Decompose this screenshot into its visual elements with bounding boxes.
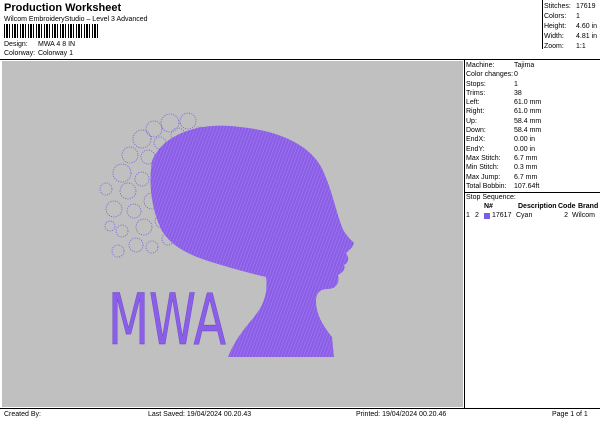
design-preview: MWA	[2, 61, 463, 407]
info-divider	[464, 59, 465, 408]
summary-row: Zoom: 1:1	[544, 43, 586, 50]
design-text: MWA	[108, 279, 226, 361]
stop-sequence-title: Stop Sequence:	[466, 194, 516, 202]
design-label: Design:	[4, 41, 28, 48]
machine-info-panel: Machine: Tajima Color changes: 0 Stops: 1 T…	[464, 61, 600, 220]
page-title: Production Worksheet	[4, 2, 122, 14]
info-row: EndX: 0.00 in	[466, 136, 536, 144]
info-row: Trims: 38	[466, 89, 522, 97]
design-value: MWA 4 8 IN	[38, 41, 76, 48]
info-row: Up: 58.4 mm	[466, 117, 542, 125]
footer-divider	[0, 408, 600, 409]
info-row: Stops: 1	[466, 80, 518, 88]
embroidery-design-svg: MWA	[99, 112, 354, 361]
stop-sequence-header: N# Description Code Brand	[484, 203, 599, 211]
summary-row: Width: 4.81 in	[544, 33, 598, 40]
info-row: Down: 58.4 mm	[466, 127, 542, 135]
page-number: Page 1 of 1	[552, 411, 588, 418]
summary-row: Height: 4.60 in	[544, 23, 598, 30]
info-row: Max Stitch: 6.7 mm	[466, 154, 538, 162]
info-row: Machine: Tajima	[466, 62, 535, 69]
summary-panel: Stitches: 17619 Colors: 1 Height: 4.60 in W…	[544, 2, 600, 52]
created-by: Created By:	[4, 411, 41, 418]
printed-date: Printed: 19/04/2024 00.20.46	[356, 411, 447, 418]
thread-color-swatch	[484, 212, 490, 219]
info-row: Color changes: 0	[466, 71, 518, 79]
colorway-value: Colorway 1	[38, 50, 74, 57]
summary-row: Stitches: 17619	[544, 3, 596, 10]
info-row: EndY: 0.00 in	[466, 145, 536, 153]
info-row: Min Stitch: 0.3 mm	[466, 164, 538, 172]
info-row: Max Jump: 6.7 mm	[466, 173, 538, 181]
info-row: Total Bobbin: 107.64ft	[466, 182, 540, 190]
summary-row: Colors: 1	[544, 13, 580, 20]
last-saved: Last Saved: 19/04/2024 00.20.43	[148, 411, 252, 418]
info-row: Right: 61.0 mm	[466, 108, 542, 116]
barcode	[4, 24, 100, 38]
software-subtitle: Wilcom EmbroideryStudio – Level 3 Advanc…	[4, 16, 148, 23]
summary-divider	[542, 0, 543, 49]
colorway-label: Colorway:	[4, 50, 36, 57]
stop-sequence-row: 1 2 17617 Cyan 2 Wilcom	[466, 212, 595, 220]
info-row: Left: 61.0 mm	[466, 99, 542, 107]
header-divider	[0, 59, 600, 60]
